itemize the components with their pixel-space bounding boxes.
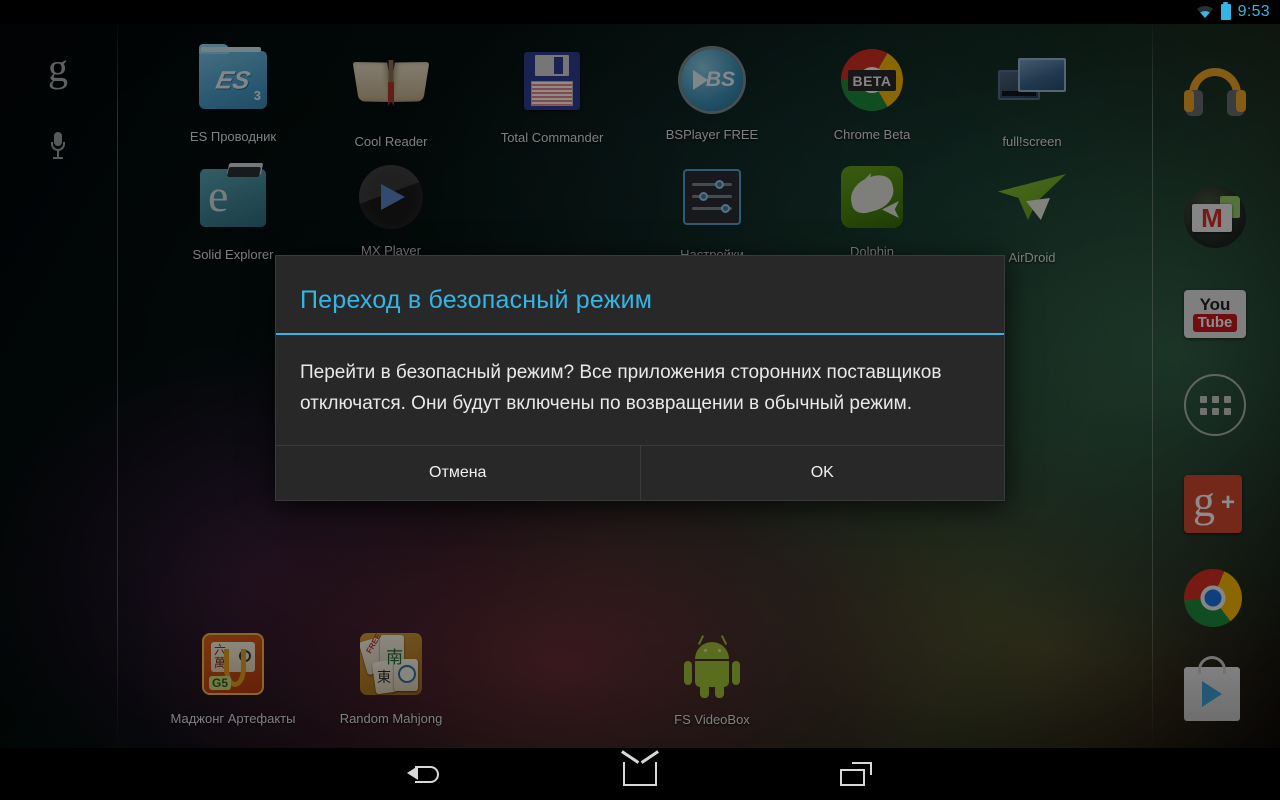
ok-button[interactable]: OK [641,446,1005,500]
dialog-title: Переход в безопасный режим [300,286,653,314]
back-arrow-icon [407,763,441,785]
battery-full-icon [1220,2,1231,20]
android-home-screen: 9:53 g ES 3 ES Проводник Cool Reader Total C… [0,0,1280,800]
cancel-button[interactable]: Отмена [276,446,641,500]
home-icon [623,762,657,786]
navigation-bar [0,748,1280,800]
back-button[interactable] [376,748,472,800]
status-bar-clock: 9:53 [1237,3,1270,20]
home-button[interactable] [592,748,688,800]
dialog-button-bar: Отмена OK [276,445,1004,500]
status-bar[interactable]: 9:53 [0,0,1280,24]
recent-apps-button[interactable] [808,748,904,800]
dialog-message: Перейти в безопасный режим? Все приложен… [300,362,942,414]
dialog-body: Перейти в безопасный режим? Все приложен… [276,335,1004,445]
dialog-header: Переход в безопасный режим [276,256,1004,335]
recent-apps-icon [840,762,872,786]
wifi-icon [1196,5,1214,19]
safe-mode-dialog: Переход в безопасный режим Перейти в без… [275,255,1005,501]
